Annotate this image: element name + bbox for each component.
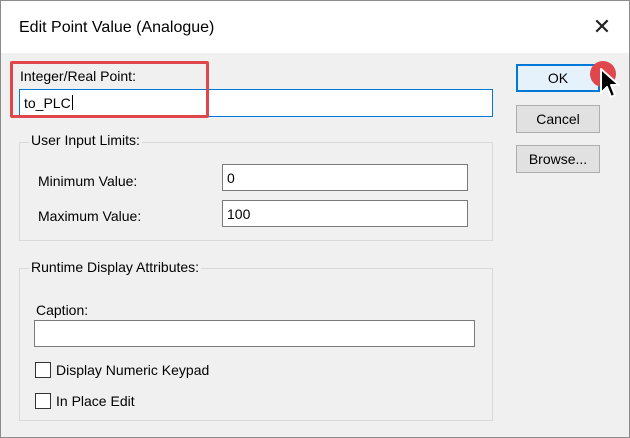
browse-button-label: Browse... <box>528 151 588 167</box>
maximum-value-label: Maximum Value: <box>38 208 142 224</box>
cancel-button-label: Cancel <box>536 111 580 127</box>
display-numeric-keypad-checkbox[interactable] <box>35 362 51 378</box>
minimum-value-label: Minimum Value: <box>38 173 138 189</box>
ok-button-label: OK <box>547 70 569 86</box>
maximum-value-text: 100 <box>227 206 251 222</box>
cancel-button[interactable]: Cancel <box>516 105 600 133</box>
ok-button[interactable]: OK <box>516 64 600 92</box>
in-place-edit-checkbox[interactable] <box>35 393 51 409</box>
title-bar: Edit Point Value (Analogue) ✕ <box>1 1 629 53</box>
minimum-value-input[interactable]: 0 <box>222 164 468 191</box>
close-icon: ✕ <box>592 14 612 40</box>
runtime-display-attributes-title: Runtime Display Attributes: <box>29 259 202 275</box>
arrow-cursor-icon <box>600 68 620 98</box>
in-place-edit-label[interactable]: In Place Edit <box>56 393 135 409</box>
caption-label: Caption: <box>36 302 89 318</box>
maximum-value-input[interactable]: 100 <box>222 200 468 227</box>
display-numeric-keypad-label[interactable]: Display Numeric Keypad <box>56 362 209 378</box>
caption-input[interactable] <box>34 320 475 347</box>
edit-point-value-dialog: Edit Point Value (Analogue) ✕ Integer/Re… <box>0 0 630 438</box>
close-button[interactable]: ✕ <box>585 11 619 43</box>
minimum-value-text: 0 <box>227 170 235 186</box>
user-input-limits-title: User Input Limits: <box>29 132 142 148</box>
browse-button[interactable]: Browse... <box>516 145 600 173</box>
annotation-highlight-box <box>10 61 209 118</box>
dialog-title: Edit Point Value (Analogue) <box>19 19 215 36</box>
